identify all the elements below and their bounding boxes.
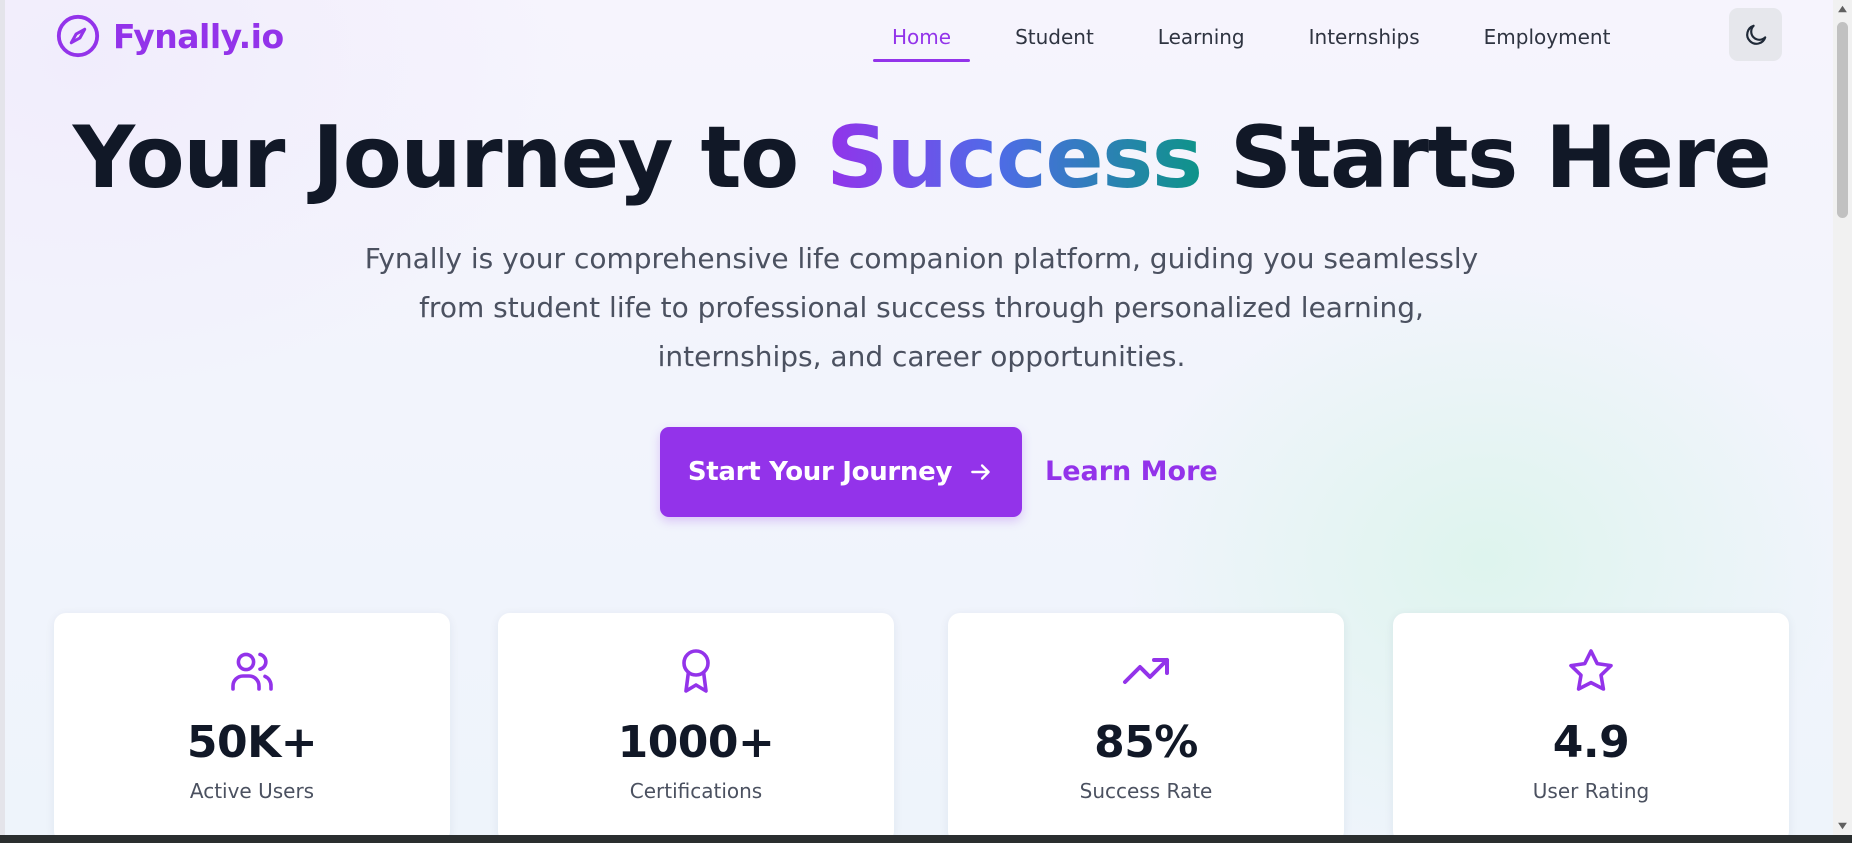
star-icon	[1569, 649, 1613, 691]
moon-icon	[1745, 24, 1766, 45]
vertical-scrollbar[interactable]	[1833, 0, 1852, 835]
stat-label: User Rating	[1532, 779, 1650, 803]
nav-item-student[interactable]: Student	[996, 0, 1113, 62]
nav-item-home[interactable]: Home	[873, 0, 971, 62]
hero-title-before: Your Journey to	[72, 108, 827, 208]
nav-item-internships[interactable]: Internships	[1290, 0, 1439, 62]
users-icon	[231, 652, 273, 691]
main-nav: Home Student Learning Internships Employ…	[873, 0, 1629, 62]
hero-title: Your Journey to Success Starts Here	[5, 103, 1833, 213]
stat-card-certifications: 1000+ Certifications	[498, 613, 894, 835]
learn-more-link[interactable]: Learn More	[1045, 452, 1218, 492]
theme-toggle-button[interactable]	[1729, 8, 1782, 61]
award-icon	[682, 649, 710, 693]
arrow-right-icon	[971, 464, 990, 480]
stat-value: 85%	[1094, 717, 1198, 768]
stat-card-rating: 4.9 User Rating	[1393, 613, 1789, 835]
trending-up-icon	[1123, 658, 1169, 684]
page: Fynally.io Home Student Learning Interns…	[0, 0, 1833, 835]
hero-title-after: Starts Here	[1201, 108, 1772, 208]
brand-name: Fynally.io	[113, 16, 284, 56]
brand-logo[interactable]: Fynally.io	[55, 13, 284, 59]
hero-title-highlight: Success	[826, 108, 1203, 208]
scroll-up-arrow-icon[interactable]	[1837, 3, 1848, 15]
window-bottom-edge	[0, 835, 1852, 843]
stat-card-success-rate: 85% Success Rate	[948, 613, 1344, 835]
hero-subtitle: Fynally is your comprehensive life compa…	[364, 242, 1479, 373]
stat-value: 50K+	[186, 717, 318, 768]
nav-item-employment[interactable]: Employment	[1465, 0, 1630, 62]
scroll-down-arrow-icon[interactable]	[1837, 820, 1848, 832]
stat-card-users: 50K+ Active Users	[54, 613, 450, 835]
compass-icon	[56, 14, 100, 58]
start-journey-button[interactable]: Start Your Journey	[660, 427, 1022, 517]
stat-label: Success Rate	[1079, 779, 1213, 803]
stat-label: Active Users	[189, 779, 315, 803]
nav-item-learning[interactable]: Learning	[1139, 0, 1264, 62]
stat-value: 1000+	[617, 717, 775, 768]
stat-value: 4.9	[1552, 717, 1630, 768]
stat-label: Certifications	[629, 779, 763, 803]
top-navbar: Fynally.io Home Student Learning Interns…	[5, 0, 1833, 75]
scrollbar-thumb[interactable]	[1837, 22, 1848, 218]
start-journey-label: Start Your Journey	[687, 457, 953, 487]
